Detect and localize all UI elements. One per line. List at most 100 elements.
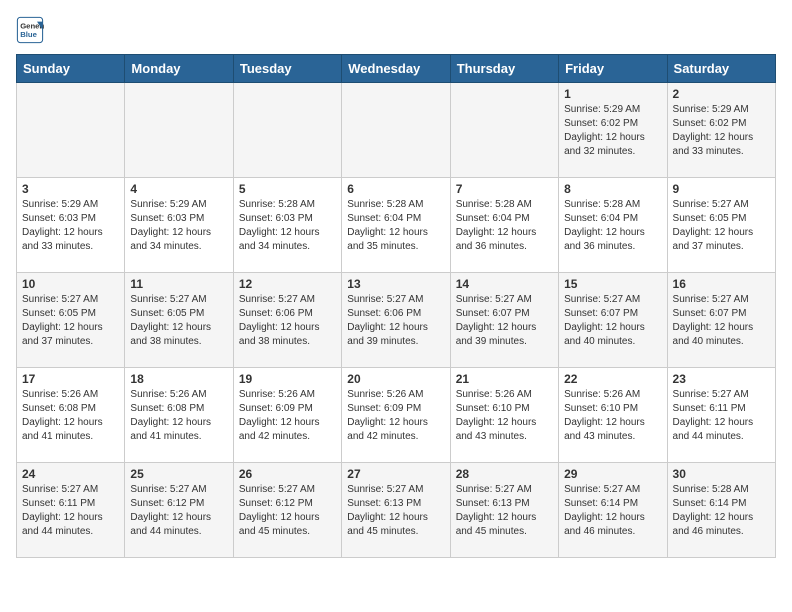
calendar-cell: 26 Sunrise: 5:27 AM Sunset: 6:12 PM Dayli…: [233, 463, 341, 558]
day-number: 11: [130, 277, 227, 291]
day-info: Sunrise: 5:29 AM Sunset: 6:03 PM Dayligh…: [22, 198, 119, 254]
calendar-cell: 20 Sunrise: 5:26 AM Sunset: 6:09 PM Dayli…: [342, 368, 450, 463]
calendar-cell: 16 Sunrise: 5:27 AM Sunset: 6:07 PM Dayli…: [667, 273, 775, 368]
day-info: Sunrise: 5:27 AM Sunset: 6:12 PM Dayligh…: [239, 483, 336, 539]
day-info: Sunrise: 5:29 AM Sunset: 6:03 PM Dayligh…: [130, 198, 227, 254]
calendar-cell: 2 Sunrise: 5:29 AM Sunset: 6:02 PM Daylig…: [667, 83, 775, 178]
day-number: 15: [564, 277, 661, 291]
weekday-header-thursday: Thursday: [450, 55, 558, 83]
day-info: Sunrise: 5:27 AM Sunset: 6:05 PM Dayligh…: [130, 293, 227, 349]
day-info: Sunrise: 5:27 AM Sunset: 6:14 PM Dayligh…: [564, 483, 661, 539]
week-row-1: 3 Sunrise: 5:29 AM Sunset: 6:03 PM Daylig…: [17, 178, 776, 273]
day-info: Sunrise: 5:27 AM Sunset: 6:13 PM Dayligh…: [347, 483, 444, 539]
day-number: 13: [347, 277, 444, 291]
day-info: Sunrise: 5:29 AM Sunset: 6:02 PM Dayligh…: [673, 103, 770, 159]
week-row-4: 24 Sunrise: 5:27 AM Sunset: 6:11 PM Dayli…: [17, 463, 776, 558]
day-info: Sunrise: 5:28 AM Sunset: 6:04 PM Dayligh…: [456, 198, 553, 254]
day-info: Sunrise: 5:27 AM Sunset: 6:07 PM Dayligh…: [673, 293, 770, 349]
day-number: 18: [130, 372, 227, 386]
calendar-cell: 11 Sunrise: 5:27 AM Sunset: 6:05 PM Dayli…: [125, 273, 233, 368]
day-info: Sunrise: 5:27 AM Sunset: 6:13 PM Dayligh…: [456, 483, 553, 539]
calendar-cell: 1 Sunrise: 5:29 AM Sunset: 6:02 PM Daylig…: [559, 83, 667, 178]
calendar-body: 1 Sunrise: 5:29 AM Sunset: 6:02 PM Daylig…: [17, 83, 776, 558]
day-number: 1: [564, 87, 661, 101]
day-number: 26: [239, 467, 336, 481]
day-number: 25: [130, 467, 227, 481]
calendar-cell: 14 Sunrise: 5:27 AM Sunset: 6:07 PM Dayli…: [450, 273, 558, 368]
weekday-header-sunday: Sunday: [17, 55, 125, 83]
calendar-cell: 8 Sunrise: 5:28 AM Sunset: 6:04 PM Daylig…: [559, 178, 667, 273]
calendar-cell: 4 Sunrise: 5:29 AM Sunset: 6:03 PM Daylig…: [125, 178, 233, 273]
calendar-cell: 5 Sunrise: 5:28 AM Sunset: 6:03 PM Daylig…: [233, 178, 341, 273]
calendar-cell: 9Sunrise: 5:27 AM Sunset: 6:05 PM Daylig…: [667, 178, 775, 273]
day-number: 3: [22, 182, 119, 196]
day-number: 14: [456, 277, 553, 291]
day-number: 16: [673, 277, 770, 291]
calendar-cell: 10Sunrise: 5:27 AM Sunset: 6:05 PM Dayli…: [17, 273, 125, 368]
calendar-cell: 6 Sunrise: 5:28 AM Sunset: 6:04 PM Daylig…: [342, 178, 450, 273]
day-info: Sunrise: 5:26 AM Sunset: 6:10 PM Dayligh…: [456, 388, 553, 444]
svg-text:Blue: Blue: [20, 30, 37, 39]
day-info: Sunrise: 5:28 AM Sunset: 6:04 PM Dayligh…: [564, 198, 661, 254]
calendar-table: SundayMondayTuesdayWednesdayThursdayFrid…: [16, 54, 776, 558]
calendar-cell: 19Sunrise: 5:26 AM Sunset: 6:09 PM Dayli…: [233, 368, 341, 463]
day-number: 21: [456, 372, 553, 386]
day-number: 4: [130, 182, 227, 196]
day-info: Sunrise: 5:27 AM Sunset: 6:05 PM Dayligh…: [673, 198, 770, 254]
weekday-header-friday: Friday: [559, 55, 667, 83]
day-number: 23: [673, 372, 770, 386]
calendar-cell: 13 Sunrise: 5:27 AM Sunset: 6:06 PM Dayli…: [342, 273, 450, 368]
day-info: Sunrise: 5:27 AM Sunset: 6:07 PM Dayligh…: [456, 293, 553, 349]
day-number: 28: [456, 467, 553, 481]
weekday-header-monday: Monday: [125, 55, 233, 83]
day-number: 10: [22, 277, 119, 291]
calendar-cell: 7Sunrise: 5:28 AM Sunset: 6:04 PM Daylig…: [450, 178, 558, 273]
week-row-0: 1 Sunrise: 5:29 AM Sunset: 6:02 PM Daylig…: [17, 83, 776, 178]
calendar-cell: [125, 83, 233, 178]
day-info: Sunrise: 5:26 AM Sunset: 6:10 PM Dayligh…: [564, 388, 661, 444]
logo: General Blue: [16, 16, 48, 44]
calendar-cell: 30 Sunrise: 5:28 AM Sunset: 6:14 PM Dayli…: [667, 463, 775, 558]
day-number: 30: [673, 467, 770, 481]
day-info: Sunrise: 5:28 AM Sunset: 6:14 PM Dayligh…: [673, 483, 770, 539]
calendar-cell: 24 Sunrise: 5:27 AM Sunset: 6:11 PM Dayli…: [17, 463, 125, 558]
week-row-3: 17 Sunrise: 5:26 AM Sunset: 6:08 PM Dayli…: [17, 368, 776, 463]
day-number: 5: [239, 182, 336, 196]
day-info: Sunrise: 5:27 AM Sunset: 6:11 PM Dayligh…: [22, 483, 119, 539]
day-number: 8: [564, 182, 661, 196]
day-info: Sunrise: 5:28 AM Sunset: 6:03 PM Dayligh…: [239, 198, 336, 254]
day-info: Sunrise: 5:27 AM Sunset: 6:07 PM Dayligh…: [564, 293, 661, 349]
calendar-cell: 29 Sunrise: 5:27 AM Sunset: 6:14 PM Dayli…: [559, 463, 667, 558]
day-info: Sunrise: 5:27 AM Sunset: 6:06 PM Dayligh…: [239, 293, 336, 349]
day-number: 2: [673, 87, 770, 101]
day-number: 24: [22, 467, 119, 481]
day-info: Sunrise: 5:27 AM Sunset: 6:06 PM Dayligh…: [347, 293, 444, 349]
day-info: Sunrise: 5:28 AM Sunset: 6:04 PM Dayligh…: [347, 198, 444, 254]
calendar-cell: 15 Sunrise: 5:27 AM Sunset: 6:07 PM Dayli…: [559, 273, 667, 368]
calendar-cell: [450, 83, 558, 178]
day-info: Sunrise: 5:26 AM Sunset: 6:09 PM Dayligh…: [239, 388, 336, 444]
day-info: Sunrise: 5:29 AM Sunset: 6:02 PM Dayligh…: [564, 103, 661, 159]
day-number: 20: [347, 372, 444, 386]
day-number: 6: [347, 182, 444, 196]
calendar-cell: [342, 83, 450, 178]
day-info: Sunrise: 5:26 AM Sunset: 6:08 PM Dayligh…: [130, 388, 227, 444]
day-number: 22: [564, 372, 661, 386]
header: General Blue: [16, 16, 776, 44]
calendar-header: SundayMondayTuesdayWednesdayThursdayFrid…: [17, 55, 776, 83]
day-info: Sunrise: 5:27 AM Sunset: 6:12 PM Dayligh…: [130, 483, 227, 539]
calendar-cell: 23 Sunrise: 5:27 AM Sunset: 6:11 PM Dayli…: [667, 368, 775, 463]
day-number: 17: [22, 372, 119, 386]
calendar-cell: [233, 83, 341, 178]
day-info: Sunrise: 5:26 AM Sunset: 6:09 PM Dayligh…: [347, 388, 444, 444]
calendar-cell: [17, 83, 125, 178]
day-info: Sunrise: 5:27 AM Sunset: 6:11 PM Dayligh…: [673, 388, 770, 444]
calendar-cell: 22 Sunrise: 5:26 AM Sunset: 6:10 PM Dayli…: [559, 368, 667, 463]
calendar-cell: 21 Sunrise: 5:26 AM Sunset: 6:10 PM Dayli…: [450, 368, 558, 463]
weekday-header-wednesday: Wednesday: [342, 55, 450, 83]
logo-icon: General Blue: [16, 16, 44, 44]
day-number: 29: [564, 467, 661, 481]
calendar-cell: 3 Sunrise: 5:29 AM Sunset: 6:03 PM Daylig…: [17, 178, 125, 273]
week-row-2: 10 Sunrise: 5:27 AM Sunset: 6:05 PM Dayli…: [17, 273, 776, 368]
calendar-cell: 25 Sunrise: 5:27 AM Sunset: 6:12 PM Dayli…: [125, 463, 233, 558]
